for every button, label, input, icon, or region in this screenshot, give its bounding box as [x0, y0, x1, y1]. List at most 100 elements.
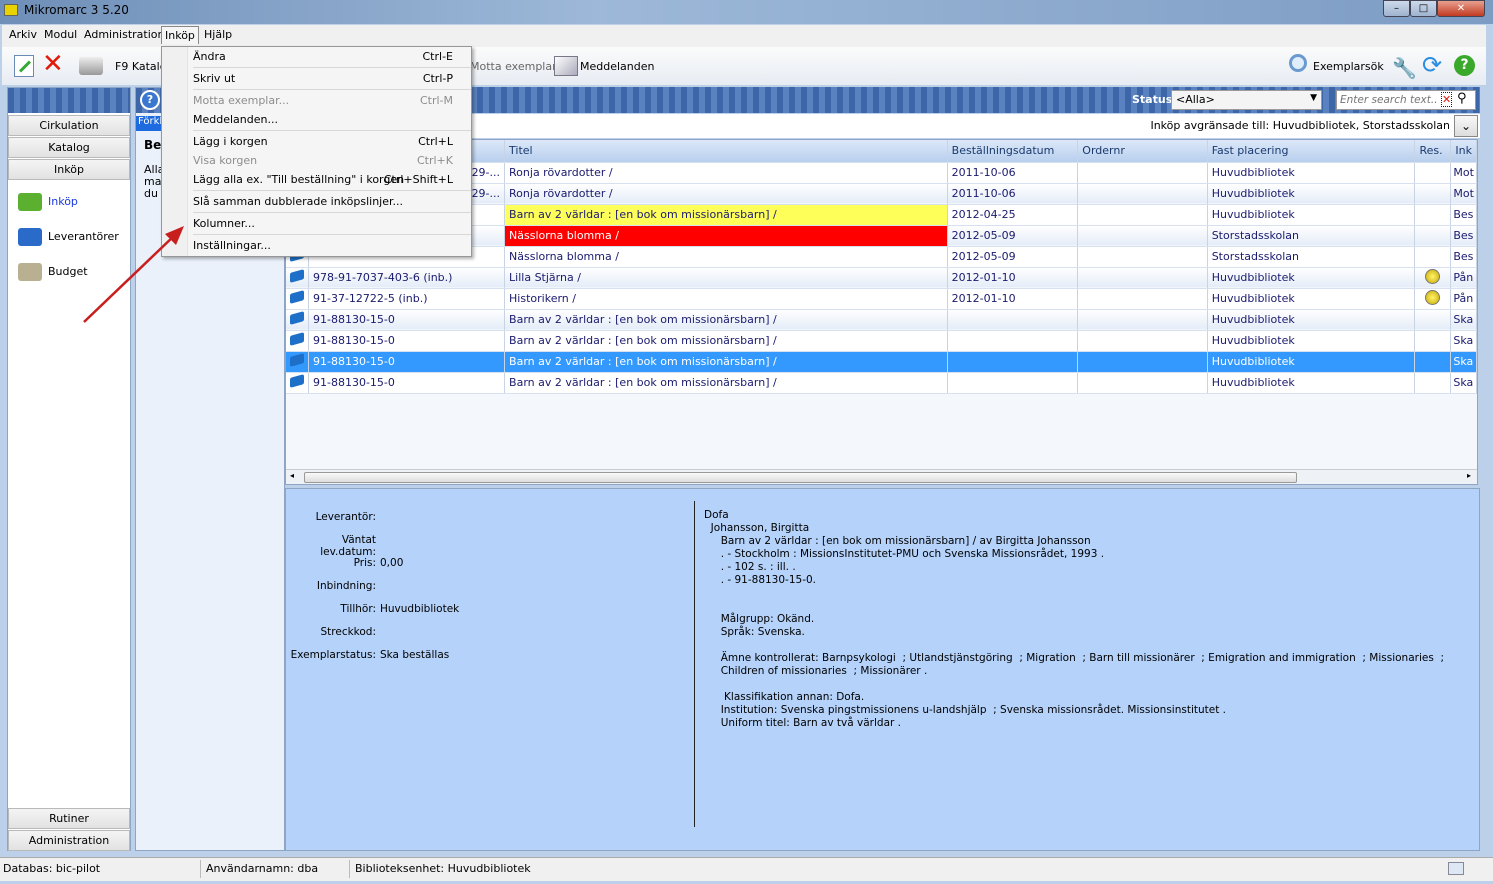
print-icon[interactable] [79, 57, 103, 75]
module-administration[interactable]: Administration [8, 830, 130, 851]
status-label: Status: [1132, 93, 1177, 106]
module-rutiner[interactable]: Rutiner [8, 808, 130, 829]
edit-icon[interactable] [14, 55, 34, 77]
detail-value: Ska beställas [380, 649, 450, 661]
order-date-cell [947, 309, 1079, 331]
app-icon [4, 4, 18, 16]
reservation-cell [1414, 309, 1452, 331]
status-cell: Ska [1450, 351, 1477, 373]
title-cell: Nässlorna blomma / [504, 225, 948, 247]
maximize-button[interactable]: □ [1410, 0, 1437, 17]
detail-label: Inbindning: [316, 580, 376, 592]
truck-icon [18, 228, 42, 246]
menu-item-label: Meddelanden... [193, 113, 278, 126]
menu-item-label: Motta exemplar... [193, 94, 290, 107]
location-cell: Huvudbibliotek [1207, 351, 1416, 373]
order-number-cell [1077, 204, 1208, 226]
nav-inkop[interactable]: Inköp [18, 190, 78, 214]
notification-icon[interactable] [1448, 862, 1464, 875]
status-library: Biblioteksenhet: Huvudbibliotek [355, 862, 531, 875]
isbn-cell: 91-88130-15-0 [308, 351, 506, 373]
scroll-left-icon[interactable]: ◂ [290, 471, 294, 480]
order-date-cell: 2011-10-06 [947, 162, 1079, 184]
location-cell: Huvudbibliotek [1207, 309, 1416, 331]
order-number-cell [1077, 267, 1208, 289]
order-number-cell [1077, 351, 1208, 373]
table-row[interactable]: 91-88130-15-0 Barn av 2 världar : [en bo… [286, 372, 1477, 394]
menu-item[interactable]: Slå samman dubblerade inköpslinjer... [193, 192, 463, 212]
location-cell: Huvudbibliotek [1207, 204, 1416, 226]
money-icon [18, 193, 42, 211]
menu-item[interactable]: Ändra Ctrl-E [193, 47, 463, 67]
order-date-cell [947, 351, 1079, 373]
minimize-button[interactable]: – [1383, 0, 1410, 17]
menu-administration[interactable]: Administration [84, 28, 165, 41]
expand-icon[interactable]: ⌄ [1454, 115, 1478, 137]
isbn-cell: 91-88130-15-0 [308, 372, 506, 394]
order-number-cell [1077, 372, 1208, 394]
reservation-cell [1414, 267, 1452, 289]
column-header[interactable]: Beställningsdatum [947, 140, 1079, 163]
menu-item[interactable]: Meddelanden... [193, 110, 463, 130]
horizontal-scrollbar[interactable]: ◂ ▸ [286, 469, 1477, 484]
status-select[interactable]: <Alla> ▼ [1171, 90, 1322, 110]
menu-item[interactable]: Skriv ut Ctrl-P [193, 69, 463, 89]
book-icon [286, 267, 309, 289]
menu-item-shortcut: Ctrl-E [422, 50, 454, 63]
menu-item[interactable]: Inställningar... [193, 236, 463, 256]
status-cell: Ska [1450, 330, 1477, 352]
scrollbar-thumb[interactable] [304, 472, 1297, 483]
menu-separator [193, 130, 471, 131]
column-header[interactable]: Fast placering [1207, 140, 1416, 163]
wrench-icon[interactable]: 🔧 [1392, 56, 1417, 80]
scroll-right-icon[interactable]: ▸ [1467, 471, 1471, 480]
search-input[interactable] [1340, 92, 1438, 108]
column-header[interactable]: Ordernr [1077, 140, 1208, 163]
search-field[interactable]: ✕ ⚲ [1336, 90, 1476, 110]
status-cell: Ska [1450, 309, 1477, 331]
table-row[interactable]: 91-37-12722-5 (inb.) Historikern / 2012-… [286, 288, 1477, 310]
menu-arkiv[interactable]: Arkiv [9, 28, 37, 41]
menu-item[interactable]: Visa korgen Ctrl+K [193, 151, 463, 171]
search-icon[interactable]: ⚲ [1457, 91, 1467, 106]
delete-icon[interactable]: ✕ [42, 49, 64, 79]
refresh-icon[interactable]: ⟳ [1422, 51, 1442, 79]
book-icon [286, 330, 309, 352]
catalog-button[interactable]: F9 Katalo [115, 60, 166, 73]
menu-modul[interactable]: Modul [44, 28, 77, 41]
chevron-down-icon: ▼ [1310, 93, 1317, 103]
menu-item-shortcut: Ctrl-M [419, 94, 453, 107]
menu-item[interactable]: Lägg alla ex. "Till beställning" i korge… [193, 170, 463, 190]
nav-leverantorer[interactable]: Leverantörer [18, 225, 119, 249]
table-row[interactable]: 978-91-7037-403-6 (inb.) Lilla Stjärna /… [286, 267, 1477, 289]
table-row[interactable]: 91-88130-15-0 Barn av 2 världar : [en bo… [286, 330, 1477, 352]
module-cirkulation[interactable]: Cirkulation [8, 115, 130, 136]
nav-budget[interactable]: Budget [18, 260, 88, 284]
clear-icon[interactable]: ✕ [1441, 92, 1453, 107]
envelope-icon [554, 56, 578, 76]
help-icon[interactable]: ? [1454, 55, 1475, 76]
restriction-text: Inköp avgränsade till: Huvudbibliotek, S… [1150, 119, 1450, 132]
item-search-button[interactable]: Exemplarsök [1313, 60, 1384, 73]
menu-item-label: Slå samman dubblerade inköpslinjer... [193, 195, 403, 208]
menu-item[interactable]: Lägg i korgen Ctrl+L [193, 132, 463, 152]
reservation-cell [1414, 204, 1452, 226]
close-button[interactable]: ✕ [1437, 0, 1485, 17]
menu-separator [193, 67, 471, 68]
module-katalog[interactable]: Katalog [8, 137, 130, 158]
menu-hjalp[interactable]: Hjälp [204, 28, 232, 41]
messages-button[interactable]: Meddelanden [580, 60, 654, 73]
help-icon[interactable]: ? [140, 90, 160, 110]
column-header[interactable]: Ink [1450, 140, 1477, 163]
table-row[interactable]: 91-88130-15-0 Barn av 2 världar : [en bo… [286, 351, 1477, 373]
column-header[interactable]: Titel [504, 140, 948, 163]
module-inkop[interactable]: Inköp [8, 159, 130, 180]
menu-item[interactable]: Kolumner... [193, 214, 463, 234]
menu-separator [193, 190, 471, 191]
title-bar: Mikromarc 3 5.20 – □ ✕ [0, 0, 1493, 24]
menu-item[interactable]: Motta exemplar... Ctrl-M [193, 91, 463, 111]
menu-inkop[interactable]: Inköp [161, 26, 199, 44]
column-header[interactable]: Res. [1414, 140, 1452, 163]
table-row[interactable]: 91-88130-15-0 Barn av 2 världar : [en bo… [286, 309, 1477, 331]
receive-items-button[interactable]: Motta exemplar [470, 60, 557, 73]
